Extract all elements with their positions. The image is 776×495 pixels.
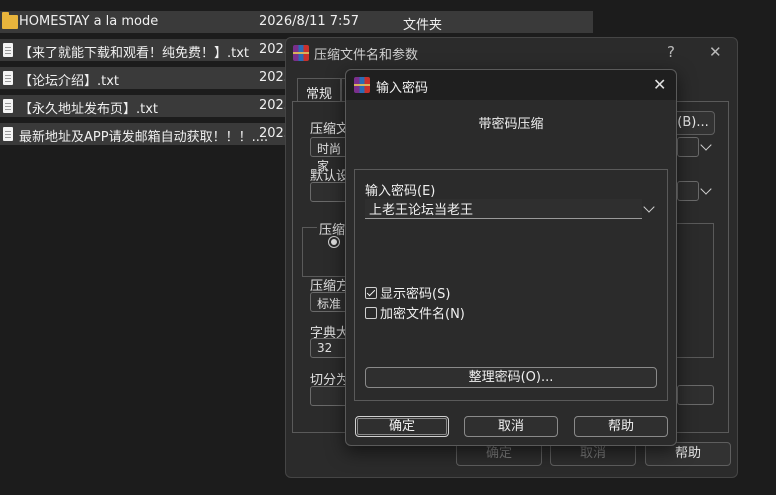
folder-icon [2, 12, 18, 29]
tab-general[interactable]: 常规 [297, 78, 341, 102]
rar-radio[interactable] [328, 236, 340, 248]
checkbox-unchecked-icon [365, 306, 377, 319]
desktop-screen: HOMESTAY a la mode 2026/8/11 7:57 文件夹 【来… [0, 0, 776, 495]
split-volumes-field[interactable] [310, 386, 350, 406]
file-row-folder[interactable]: HOMESTAY a la mode 2026/8/11 7:57 文件夹 [0, 11, 593, 33]
help-icon[interactable]: ? [667, 43, 675, 61]
text-file-icon [3, 99, 13, 113]
chevron-down-icon [643, 201, 655, 213]
profiles-button[interactable] [310, 182, 350, 202]
file-type: 文件夹 [403, 18, 443, 33]
password-label: 输入密码(E) [365, 184, 436, 199]
text-file-icon [3, 127, 13, 141]
checkbox-checked-icon [365, 286, 377, 299]
archive-name-field[interactable]: 时尚家 [310, 137, 350, 173]
text-file-icon [3, 43, 13, 57]
password-input[interactable] [365, 199, 642, 219]
update-mode-field-tail[interactable] [677, 181, 699, 201]
enter-password-dialog: 输入密码 ✕ 带密码压缩 输入密码(E) 显示密码(S) 加密文件名(N) 整理… [345, 69, 677, 446]
encrypt-file-names-label: 加密文件名(N) [380, 307, 465, 322]
compression-method-select[interactable]: 标准 [310, 292, 350, 312]
set-password-button[interactable] [677, 385, 714, 405]
winrar-icon [354, 77, 370, 93]
dialog-title: 输入密码 [376, 81, 429, 96]
archive-name-field-tail[interactable] [677, 137, 699, 157]
file-date: 2026/8/11 7:57 [259, 14, 359, 29]
cancel-button[interactable]: 取消 [464, 416, 558, 437]
winrar-icon [293, 45, 309, 61]
file-name: 最新地址及APP请发邮箱自动获取！！！.... [19, 130, 269, 145]
dialog-heading: 带密码压缩 [478, 117, 544, 132]
dialog-title: 压缩文件名和参数 [314, 48, 419, 63]
password-history-dropdown[interactable] [642, 201, 658, 217]
ok-button[interactable]: 确定 [355, 416, 449, 437]
dialog-titlebar: 输入密码 ✕ [346, 70, 676, 100]
dictionary-size-select[interactable]: 32 [310, 338, 350, 358]
archive-name-label: 压缩文 [310, 122, 350, 137]
show-password-label: 显示密码(S) [380, 287, 451, 302]
file-name: 【永久地址发布页】.txt [19, 102, 159, 117]
text-file-icon [3, 71, 13, 85]
help-button[interactable]: 帮助 [574, 416, 668, 437]
encrypt-file-names-checkbox[interactable]: 加密文件名(N) [365, 303, 465, 322]
file-name: HOMESTAY a la mode [19, 14, 159, 29]
file-name: 【来了就能下载和观看！纯免费！】.txt [19, 46, 250, 61]
archiving-options-group [677, 223, 714, 358]
organize-passwords-button[interactable]: 整理密码(O)... [365, 367, 657, 388]
close-icon[interactable]: ✕ [709, 43, 722, 61]
browse-button[interactable]: (B)... [671, 111, 715, 135]
show-password-checkbox[interactable]: 显示密码(S) [365, 283, 450, 302]
file-name: 【论坛介绍】.txt [19, 74, 120, 89]
close-icon[interactable]: ✕ [653, 75, 666, 94]
